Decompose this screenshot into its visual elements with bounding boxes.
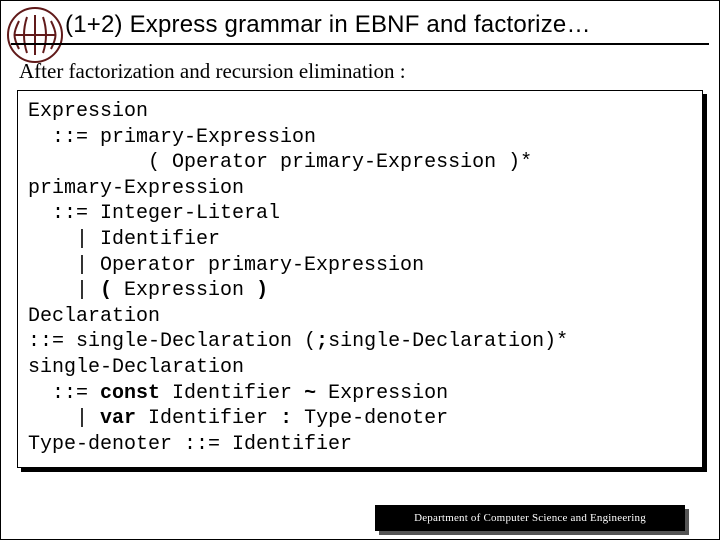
grammar-line: Expression xyxy=(28,99,692,125)
grammar-line: | Operator primary-Expression xyxy=(28,253,692,279)
grammar-line: | ( Expression ) xyxy=(28,278,692,304)
footer-text: Department of Computer Science and Engin… xyxy=(414,512,646,524)
title-bar: (1+2) Express grammar in EBNF and factor… xyxy=(1,1,719,51)
grammar-line: ::= Integer-Literal xyxy=(28,201,692,227)
slide-title: (1+2) Express grammar in EBNF and factor… xyxy=(65,11,719,39)
grammar-code-block: Expression ::= primary-Expression ( Oper… xyxy=(17,90,703,468)
grammar-line: | Identifier xyxy=(28,227,692,253)
subtitle: After factorization and recursion elimin… xyxy=(19,59,719,84)
grammar-line: Declaration xyxy=(28,304,692,330)
grammar-line: ( Operator primary-Expression )* xyxy=(28,150,692,176)
footer-bar: Department of Computer Science and Engin… xyxy=(375,505,685,531)
grammar-line: primary-Expression xyxy=(28,176,692,202)
grammar-line: | var Identifier : Type-denoter xyxy=(28,406,692,432)
slide: (1+2) Express grammar in EBNF and factor… xyxy=(0,0,720,540)
grammar-line: ::= primary-Expression xyxy=(28,125,692,151)
title-underline xyxy=(11,43,709,45)
grammar-line: ::= single-Declaration (;single-Declarat… xyxy=(28,329,692,355)
grammar-line: Type-denoter ::= Identifier xyxy=(28,432,692,458)
grammar-line: single-Declaration xyxy=(28,355,692,381)
grammar-line: ::= const Identifier ~ Expression xyxy=(28,381,692,407)
